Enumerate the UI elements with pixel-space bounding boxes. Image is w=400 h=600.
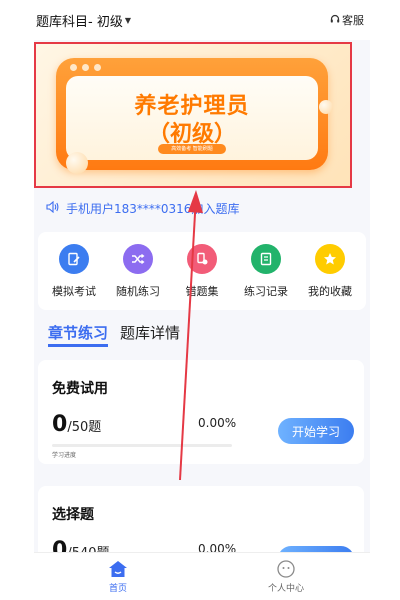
exam-icon <box>59 243 89 274</box>
profile-icon <box>276 559 296 578</box>
shortcut-label: 随机练习 <box>116 284 160 298</box>
wrong-answers-icon <box>187 243 217 274</box>
shuffle-icon <box>123 243 153 274</box>
practice-card[interactable]: 免费试用 0 /50题 0.00% 学习进度 开始学习 <box>38 360 364 464</box>
shortcut-label: 错题集 <box>185 284 219 298</box>
progress-bar <box>52 444 232 447</box>
subject-selector[interactable]: 题库科目- 初级 ▼ <box>36 11 131 30</box>
subject-label: 题库科目- 初级 <box>36 14 123 30</box>
tab-question-bank-details[interactable]: 题库详情 <box>120 322 180 343</box>
speaker-icon <box>46 200 60 216</box>
annotation-highlight-box <box>34 42 352 188</box>
shortcut-wrong-answers[interactable]: 错题集 <box>172 243 232 299</box>
shortcut-label: 我的收藏 <box>308 284 352 298</box>
shortcut-label: 模拟考试 <box>52 284 96 298</box>
shortcut-mock-exam[interactable]: 模拟考试 <box>44 243 104 299</box>
record-icon <box>251 243 281 274</box>
top-header: 题库科目- 初级 ▼ 客服 <box>34 0 370 40</box>
shortcut-grid: 模拟考试 随机练习 错题集 练习记录 我的收藏 <box>38 232 366 310</box>
shortcut-random-practice[interactable]: 随机练习 <box>108 243 168 299</box>
progress-label: 学习进度 <box>52 452 77 459</box>
home-icon <box>108 560 128 578</box>
section-tabs: 章节练习 题库详情 <box>48 322 180 347</box>
question-count: 0 /50题 <box>52 412 101 437</box>
customer-service-button[interactable]: 客服 <box>330 12 364 28</box>
tab-profile[interactable]: 个人中心 <box>246 559 326 594</box>
tab-label: 个人中心 <box>267 583 304 594</box>
shortcut-label: 练习记录 <box>244 284 288 298</box>
card-title: 免费试用 <box>52 381 108 397</box>
start-learning-button[interactable]: 开始学习 <box>278 418 354 444</box>
shortcut-my-favorites[interactable]: 我的收藏 <box>300 243 360 299</box>
app-screen: 题库科目- 初级 ▼ 客服 养老护理员 （初级） 高效备考 智能刷题 手机用户1… <box>34 0 370 600</box>
progress-percent: 0.00% <box>198 416 237 430</box>
customer-service-label: 客服 <box>342 14 364 27</box>
caret-down-icon: ▼ <box>124 15 131 25</box>
tab-home[interactable]: 首页 <box>78 560 158 594</box>
join-notice: 手机用户183****0316加入题库 <box>46 200 239 217</box>
bottom-tab-bar: 首页 个人中心 <box>34 552 370 600</box>
count-done: 0 <box>52 412 68 437</box>
card-title: 选择题 <box>52 507 94 523</box>
headset-icon <box>330 14 340 27</box>
tab-label: 首页 <box>108 583 127 594</box>
star-icon <box>315 243 345 274</box>
count-total: /50题 <box>67 420 102 435</box>
tab-chapter-practice[interactable]: 章节练习 <box>48 322 109 347</box>
shortcut-practice-record[interactable]: 练习记录 <box>236 243 296 299</box>
join-notice-text: 手机用户183****0316加入题库 <box>66 202 240 216</box>
